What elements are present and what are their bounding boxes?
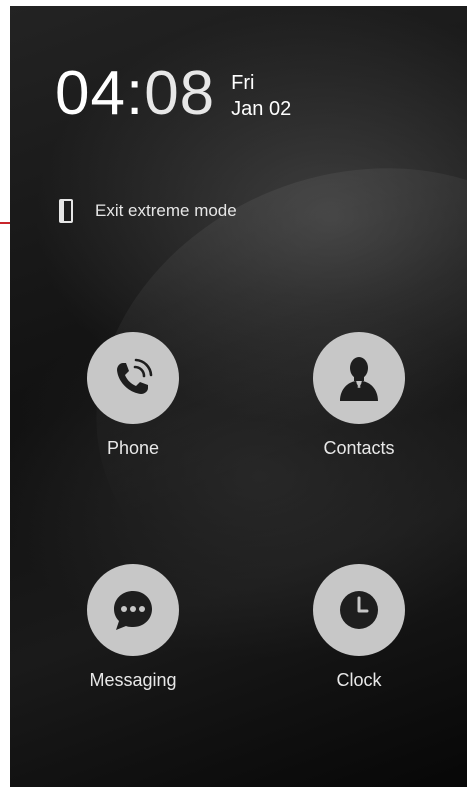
- lockscreen-clock: 04:08 Fri Jan 02: [55, 58, 291, 130]
- date-display: Fri Jan 02: [231, 70, 291, 122]
- app-contacts[interactable]: Contacts: [289, 332, 429, 459]
- app-messaging[interactable]: Messaging: [63, 564, 203, 691]
- app-clock[interactable]: Clock: [289, 564, 429, 691]
- app-messaging-circle: [87, 564, 179, 656]
- exit-extreme-mode-label: Exit extreme mode: [95, 201, 237, 220]
- month-day: Jan 02: [231, 98, 292, 120]
- time-display: 04:08: [55, 58, 215, 130]
- time-minutes: 08: [144, 59, 216, 128]
- app-phone[interactable]: Phone: [63, 332, 203, 459]
- app-messaging-label: Messaging: [89, 670, 177, 690]
- time-separator: :: [125, 59, 145, 128]
- day-of-week: Fri: [231, 72, 255, 94]
- person-silhouette-icon: [340, 357, 378, 401]
- phone-call-icon: [117, 358, 153, 394]
- phone-outline-icon: [59, 199, 73, 223]
- app-contacts-label: Contacts: [323, 438, 395, 458]
- time-hours: 04: [55, 59, 126, 128]
- app-contacts-circle: [313, 332, 405, 424]
- app-clock-circle: [313, 564, 405, 656]
- app-clock-label: Clock: [336, 670, 382, 690]
- chat-bubble-icon: [114, 591, 152, 630]
- extreme-mode-home-screen: 04:08 Fri Jan 02 Exit extreme mode Phone: [10, 6, 467, 787]
- clock-icon: [340, 591, 378, 629]
- app-phone-label: Phone: [106, 438, 160, 458]
- exit-extreme-mode-button[interactable]: Exit extreme mode: [57, 198, 237, 224]
- app-phone-circle: [87, 332, 179, 424]
